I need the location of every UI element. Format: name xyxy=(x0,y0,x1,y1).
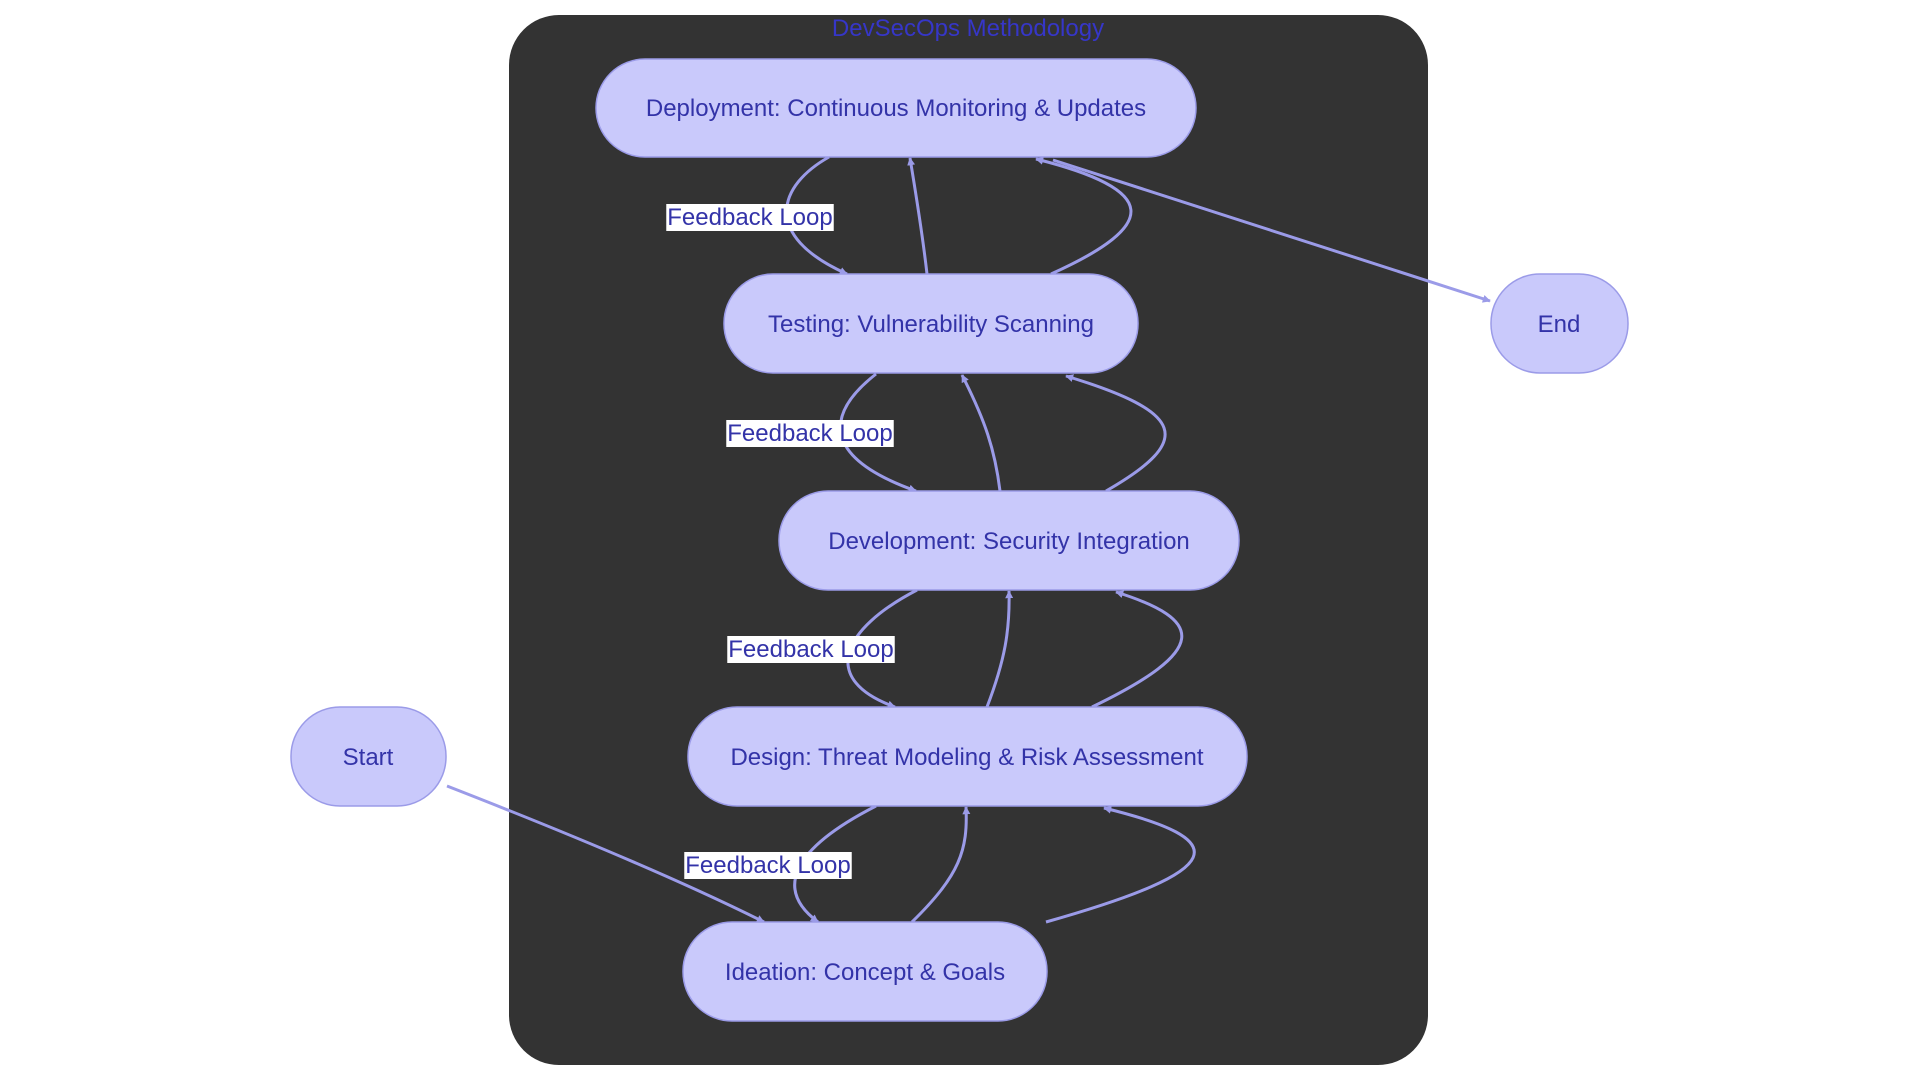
node-label: Deployment: Continuous Monitoring & Upda… xyxy=(646,95,1146,122)
flowchart: DevSecOps Methodology Feedback Loop Feed… xyxy=(290,15,1629,1065)
node-development[interactable]: Development: Security Integration xyxy=(778,490,1240,591)
node-testing[interactable]: Testing: Vulnerability Scanning xyxy=(723,273,1139,374)
node-label: End xyxy=(1538,311,1581,338)
node-label: Testing: Vulnerability Scanning xyxy=(768,311,1094,338)
edge-label-text: Feedback Loop xyxy=(685,852,850,879)
node-label: Start xyxy=(343,744,394,771)
edge-label-design-ideation: Feedback Loop xyxy=(684,852,852,879)
edge-label-development-design: Feedback Loop xyxy=(727,636,895,663)
node-label: Development: Security Integration xyxy=(828,528,1190,555)
edge-label-text: Feedback Loop xyxy=(667,204,832,231)
node-end[interactable]: End xyxy=(1490,273,1629,374)
node-ideation[interactable]: Ideation: Concept & Goals xyxy=(682,921,1048,1022)
node-design[interactable]: Design: Threat Modeling & Risk Assessmen… xyxy=(687,706,1248,807)
cluster-title: DevSecOps Methodology xyxy=(832,15,1104,42)
edge-label-text: Feedback Loop xyxy=(727,420,892,447)
edge-label-text: Feedback Loop xyxy=(728,636,893,663)
edge-label-testing-development: Feedback Loop xyxy=(726,420,894,447)
node-start[interactable]: Start xyxy=(290,706,447,807)
node-label: Design: Threat Modeling & Risk Assessmen… xyxy=(730,744,1203,771)
node-deployment[interactable]: Deployment: Continuous Monitoring & Upda… xyxy=(595,58,1197,158)
node-label: Ideation: Concept & Goals xyxy=(725,959,1005,986)
edge-label-deployment-testing: Feedback Loop xyxy=(666,204,834,231)
